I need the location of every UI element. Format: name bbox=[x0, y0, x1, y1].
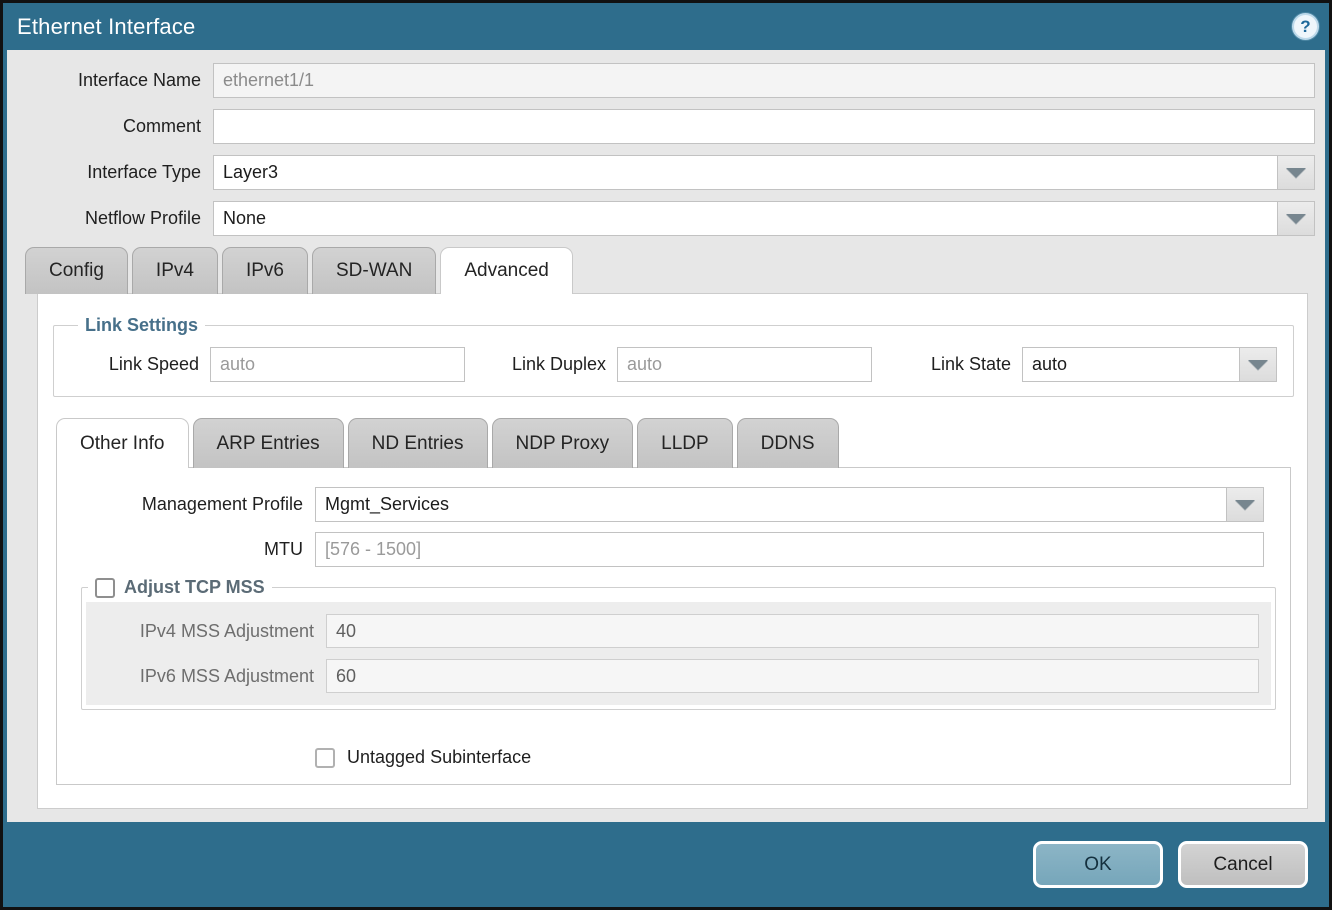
main-tab-bar: Config IPv4 IPv6 SD-WAN Advanced bbox=[25, 247, 1315, 293]
link-state-dropdown-button[interactable] bbox=[1239, 347, 1277, 382]
interface-name-row: Interface Name bbox=[17, 63, 1315, 98]
netflow-profile-dropdown[interactable]: None bbox=[213, 201, 1315, 236]
tab-sd-wan[interactable]: SD-WAN bbox=[312, 247, 436, 294]
link-speed-group: Link Speed bbox=[64, 347, 465, 382]
link-duplex-group: Link Duplex bbox=[465, 347, 872, 382]
link-settings-row: Link Speed Link Duplex Link State auto bbox=[64, 347, 1283, 382]
ipv4-mss-input bbox=[326, 614, 1259, 648]
ipv4-mss-label: IPv4 MSS Adjustment bbox=[86, 621, 326, 642]
interface-type-dropdown-button[interactable] bbox=[1277, 155, 1315, 190]
mtu-label: MTU bbox=[57, 539, 315, 560]
link-settings-fieldset: Link Settings Link Speed Link Duplex Lin… bbox=[53, 315, 1294, 397]
untagged-subinterface-checkbox[interactable] bbox=[315, 748, 335, 768]
dialog-footer: OK Cancel bbox=[3, 822, 1329, 907]
help-icon[interactable]: ? bbox=[1292, 13, 1319, 40]
management-profile-value: Mgmt_Services bbox=[315, 487, 1226, 522]
sub-tab-bar: Other Info ARP Entries ND Entries NDP Pr… bbox=[56, 418, 1294, 467]
netflow-profile-dropdown-button[interactable] bbox=[1277, 201, 1315, 236]
tab-nd-entries[interactable]: ND Entries bbox=[348, 418, 488, 468]
untagged-subinterface-row: Untagged Subinterface bbox=[315, 747, 1290, 768]
management-profile-row: Management Profile Mgmt_Services bbox=[57, 487, 1264, 522]
dialog-title: Ethernet Interface bbox=[17, 14, 195, 40]
comment-label: Comment bbox=[17, 116, 213, 137]
management-profile-dropdown[interactable]: Mgmt_Services bbox=[315, 487, 1264, 522]
interface-name-label: Interface Name bbox=[17, 70, 213, 91]
interface-type-label: Interface Type bbox=[17, 162, 213, 183]
chevron-down-icon bbox=[1286, 168, 1306, 178]
interface-type-row: Interface Type Layer3 bbox=[17, 155, 1315, 190]
cancel-button[interactable]: Cancel bbox=[1178, 841, 1308, 888]
ipv6-mss-input bbox=[326, 659, 1259, 693]
mtu-row: MTU bbox=[57, 532, 1264, 567]
ipv6-mss-label: IPv6 MSS Adjustment bbox=[86, 666, 326, 687]
mtu-input[interactable] bbox=[315, 532, 1264, 567]
ipv6-mss-row: IPv6 MSS Adjustment bbox=[86, 656, 1259, 696]
interface-type-dropdown[interactable]: Layer3 bbox=[213, 155, 1315, 190]
advanced-tab-panel: Link Settings Link Speed Link Duplex Lin… bbox=[37, 293, 1308, 809]
adjust-tcp-mss-fieldset: Adjust TCP MSS IPv4 MSS Adjustment IPv6 … bbox=[81, 577, 1276, 710]
tab-ddns[interactable]: DDNS bbox=[737, 418, 839, 468]
adjust-tcp-mss-legend-row: Adjust TCP MSS bbox=[88, 577, 272, 598]
other-info-panel: Management Profile Mgmt_Services MTU bbox=[56, 467, 1291, 785]
link-state-label: Link State bbox=[872, 354, 1022, 375]
ok-button[interactable]: OK bbox=[1033, 841, 1163, 888]
netflow-profile-value: None bbox=[213, 201, 1277, 236]
tab-advanced[interactable]: Advanced bbox=[440, 247, 573, 294]
tab-ndp-proxy[interactable]: NDP Proxy bbox=[492, 418, 634, 468]
ipv4-mss-row: IPv4 MSS Adjustment bbox=[86, 611, 1259, 651]
untagged-subinterface-label: Untagged Subinterface bbox=[347, 747, 531, 768]
tab-ipv4[interactable]: IPv4 bbox=[132, 247, 218, 294]
chevron-down-icon bbox=[1235, 500, 1255, 510]
comment-row: Comment bbox=[17, 109, 1315, 144]
interface-name-input bbox=[213, 63, 1315, 98]
interface-type-value: Layer3 bbox=[213, 155, 1277, 190]
link-state-value: auto bbox=[1022, 347, 1239, 382]
link-state-group: Link State auto bbox=[872, 347, 1277, 382]
link-speed-label: Link Speed bbox=[64, 354, 210, 375]
tab-lldp[interactable]: LLDP bbox=[637, 418, 733, 468]
comment-input[interactable] bbox=[213, 109, 1315, 144]
adjust-tcp-mss-checkbox[interactable] bbox=[95, 578, 115, 598]
dialog-body: Interface Name Comment Interface Type La… bbox=[7, 50, 1325, 822]
tab-arp-entries[interactable]: ARP Entries bbox=[193, 418, 344, 468]
link-duplex-input[interactable] bbox=[617, 347, 872, 382]
tab-other-info[interactable]: Other Info bbox=[56, 418, 189, 468]
management-profile-label: Management Profile bbox=[57, 494, 315, 515]
netflow-profile-label: Netflow Profile bbox=[17, 208, 213, 229]
link-state-dropdown[interactable]: auto bbox=[1022, 347, 1277, 382]
dialog-titlebar: Ethernet Interface ? bbox=[3, 3, 1329, 50]
management-profile-dropdown-button[interactable] bbox=[1226, 487, 1264, 522]
netflow-profile-row: Netflow Profile None bbox=[17, 201, 1315, 236]
mss-disabled-panel: IPv4 MSS Adjustment IPv6 MSS Adjustment bbox=[86, 602, 1271, 705]
adjust-tcp-mss-label: Adjust TCP MSS bbox=[124, 577, 265, 598]
ethernet-interface-dialog: Ethernet Interface ? Interface Name Comm… bbox=[0, 0, 1332, 910]
chevron-down-icon bbox=[1286, 214, 1306, 224]
link-duplex-label: Link Duplex bbox=[465, 354, 617, 375]
tab-config[interactable]: Config bbox=[25, 247, 128, 294]
chevron-down-icon bbox=[1248, 360, 1268, 370]
link-speed-input[interactable] bbox=[210, 347, 465, 382]
tab-ipv6[interactable]: IPv6 bbox=[222, 247, 308, 294]
link-settings-legend: Link Settings bbox=[78, 315, 205, 336]
